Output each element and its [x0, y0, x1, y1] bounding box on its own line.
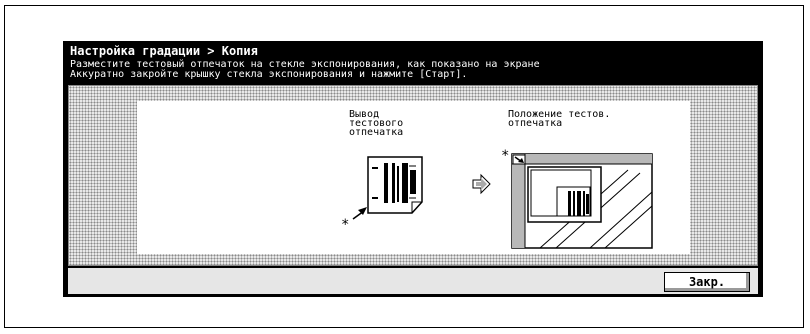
corner-indicator-icon — [512, 154, 526, 165]
corner-arrow-icon — [352, 207, 367, 220]
footer-bar — [68, 268, 758, 294]
right-arrow-icon — [472, 173, 491, 195]
corner-marker-output: * — [341, 217, 350, 233]
test-print-icon — [367, 156, 423, 214]
close-button[interactable]: Закр. — [664, 272, 750, 292]
platen-glass-icon — [511, 153, 653, 249]
corner-marker-position: * — [501, 148, 510, 164]
